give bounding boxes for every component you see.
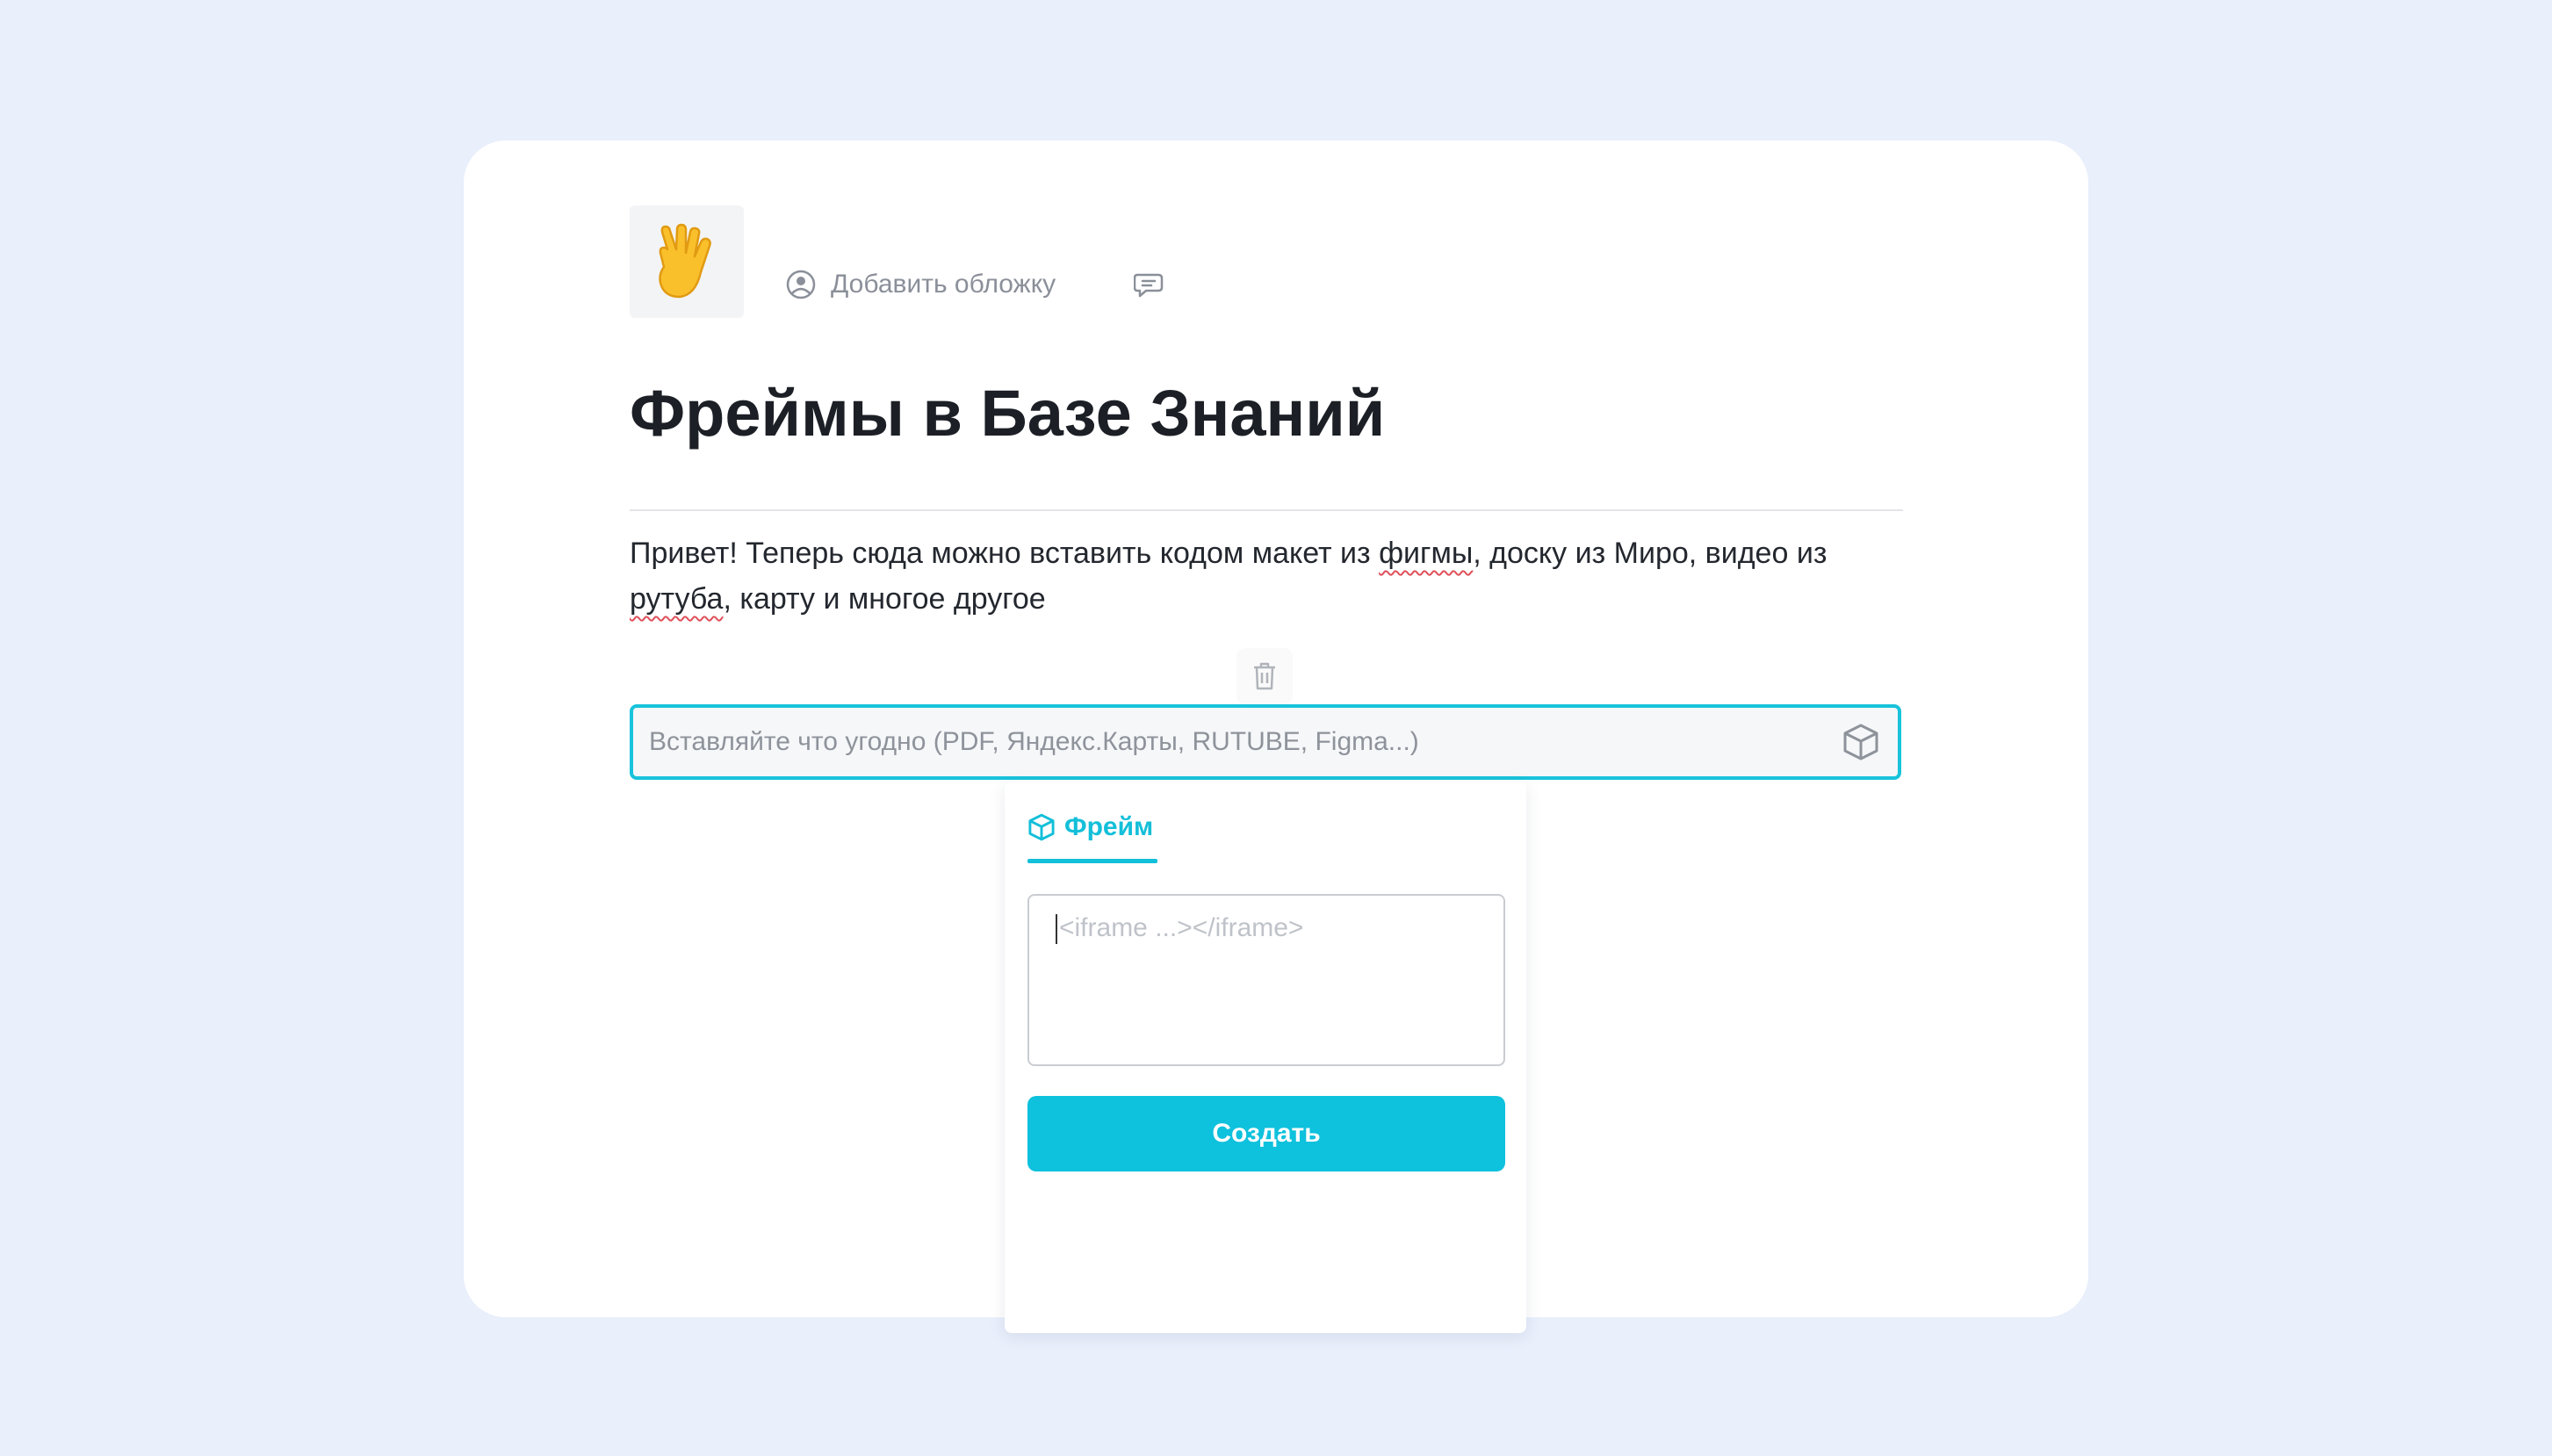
paragraph-spellcheck-word-1: фигмы: [1379, 537, 1474, 570]
add-cover-label: Добавить обложку: [831, 270, 1056, 299]
cover-circle-icon: [786, 270, 816, 299]
paragraph-text-2: , доску из Миро, видео из: [1473, 537, 1827, 570]
comment-button[interactable]: [1133, 269, 1168, 304]
delete-block-button[interactable]: [1236, 648, 1293, 704]
paragraph-text-3: , карту и многое другое: [723, 582, 1046, 616]
tab-frame-label: Фрейм: [1064, 812, 1154, 841]
iframe-code-input[interactable]: <iframe ...></iframe>: [1027, 894, 1505, 1066]
comment-icon: [1134, 273, 1164, 298]
tab-active-indicator: [1027, 859, 1157, 863]
embed-popup: Фрейм <iframe ...></iframe> Создать: [1005, 782, 1526, 1333]
embed-input[interactable]: Вставляйте что угодно (PDF, Яндекс.Карты…: [630, 704, 1901, 780]
page-title[interactable]: Фреймы в Базе Знаний: [630, 376, 1903, 450]
cube-icon: [1840, 721, 1882, 763]
add-cover-button[interactable]: Добавить обложку: [785, 265, 1056, 304]
page-paragraph[interactable]: Привет! Теперь сюда можно вставить кодом…: [630, 530, 1903, 622]
iframe-code-placeholder: <iframe ...></iframe>: [1059, 913, 1304, 942]
frame-cube-icon: [1028, 813, 1055, 841]
paragraph-spellcheck-word-2: рутуба: [630, 582, 724, 616]
page-card: Добавить обложку Фреймы в Базе Знаний Пр…: [464, 141, 2088, 1333]
tab-frame[interactable]: Фрейм: [1027, 801, 1153, 854]
vulcan-salute-hand-icon: [659, 223, 711, 299]
paragraph-text-1: Привет! Теперь сюда можно вставить кодом…: [630, 537, 1380, 570]
text-caret: [1056, 914, 1057, 945]
create-button[interactable]: Создать: [1027, 1096, 1505, 1171]
page-emoji-icon[interactable]: [630, 205, 744, 318]
trash-icon: [1254, 662, 1275, 690]
title-divider: [630, 509, 1903, 511]
embed-input-placeholder: Вставляйте что угодно (PDF, Яндекс.Карты…: [649, 727, 1419, 756]
